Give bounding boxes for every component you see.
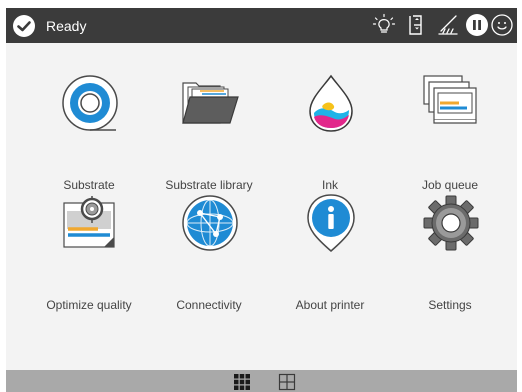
tile-label: Job queue	[421, 178, 479, 192]
checkmark-circle-icon	[13, 15, 35, 37]
tile-connectivity[interactable]: Connectivity	[154, 193, 264, 312]
gear-icon	[423, 195, 479, 251]
globe-network-icon	[182, 195, 238, 251]
tile-substrate-library[interactable]: Substrate library	[154, 73, 264, 192]
printer-home-screen: Ready Substrate Substrate library Ink Jo…	[0, 0, 522, 392]
folder-library-icon	[182, 82, 239, 124]
display-frame: Ready Substrate Substrate library Ink Jo…	[6, 8, 517, 392]
app-grid: Substrate Substrate library Ink Job queu…	[6, 43, 517, 368]
tile-label: Optimize quality	[46, 298, 132, 312]
optimize-quality-icon	[63, 196, 115, 248]
job-queue-icon	[423, 75, 477, 124]
tile-substrate[interactable]: Substrate	[34, 73, 144, 192]
substrate-roll-icon	[62, 75, 118, 131]
tile-ink[interactable]: Ink	[275, 73, 385, 192]
tile-label: Substrate library	[165, 178, 253, 192]
lightbulb-icon[interactable]	[372, 13, 396, 37]
tile-label: Settings	[428, 298, 472, 312]
printer-status[interactable]: Ready	[12, 14, 86, 38]
tile-label: About printer	[295, 298, 365, 312]
tile-settings[interactable]: Settings	[395, 193, 505, 312]
tile-about-printer[interactable]: About printer	[275, 193, 385, 312]
status-text: Ready	[46, 18, 87, 34]
tile-label: Substrate	[63, 178, 115, 192]
ink-drop-icon	[309, 74, 353, 132]
maintenance-icon[interactable]	[436, 13, 460, 37]
tile-job-queue[interactable]: Job queue	[395, 73, 505, 192]
tile-label: Connectivity	[176, 298, 242, 312]
tile-label: Ink	[321, 178, 338, 192]
info-pin-icon	[307, 194, 355, 252]
pause-icon[interactable]	[465, 13, 489, 37]
page-indicator-active[interactable]	[233, 373, 251, 391]
cartridge-door-icon[interactable]	[404, 13, 428, 37]
tile-optimize-quality[interactable]: Optimize quality	[34, 193, 144, 312]
smiley-icon[interactable]	[490, 13, 514, 37]
page-indicator-inactive[interactable]	[278, 373, 296, 391]
top-status-bar: Ready	[6, 8, 517, 43]
page-indicator-bar	[6, 370, 517, 392]
